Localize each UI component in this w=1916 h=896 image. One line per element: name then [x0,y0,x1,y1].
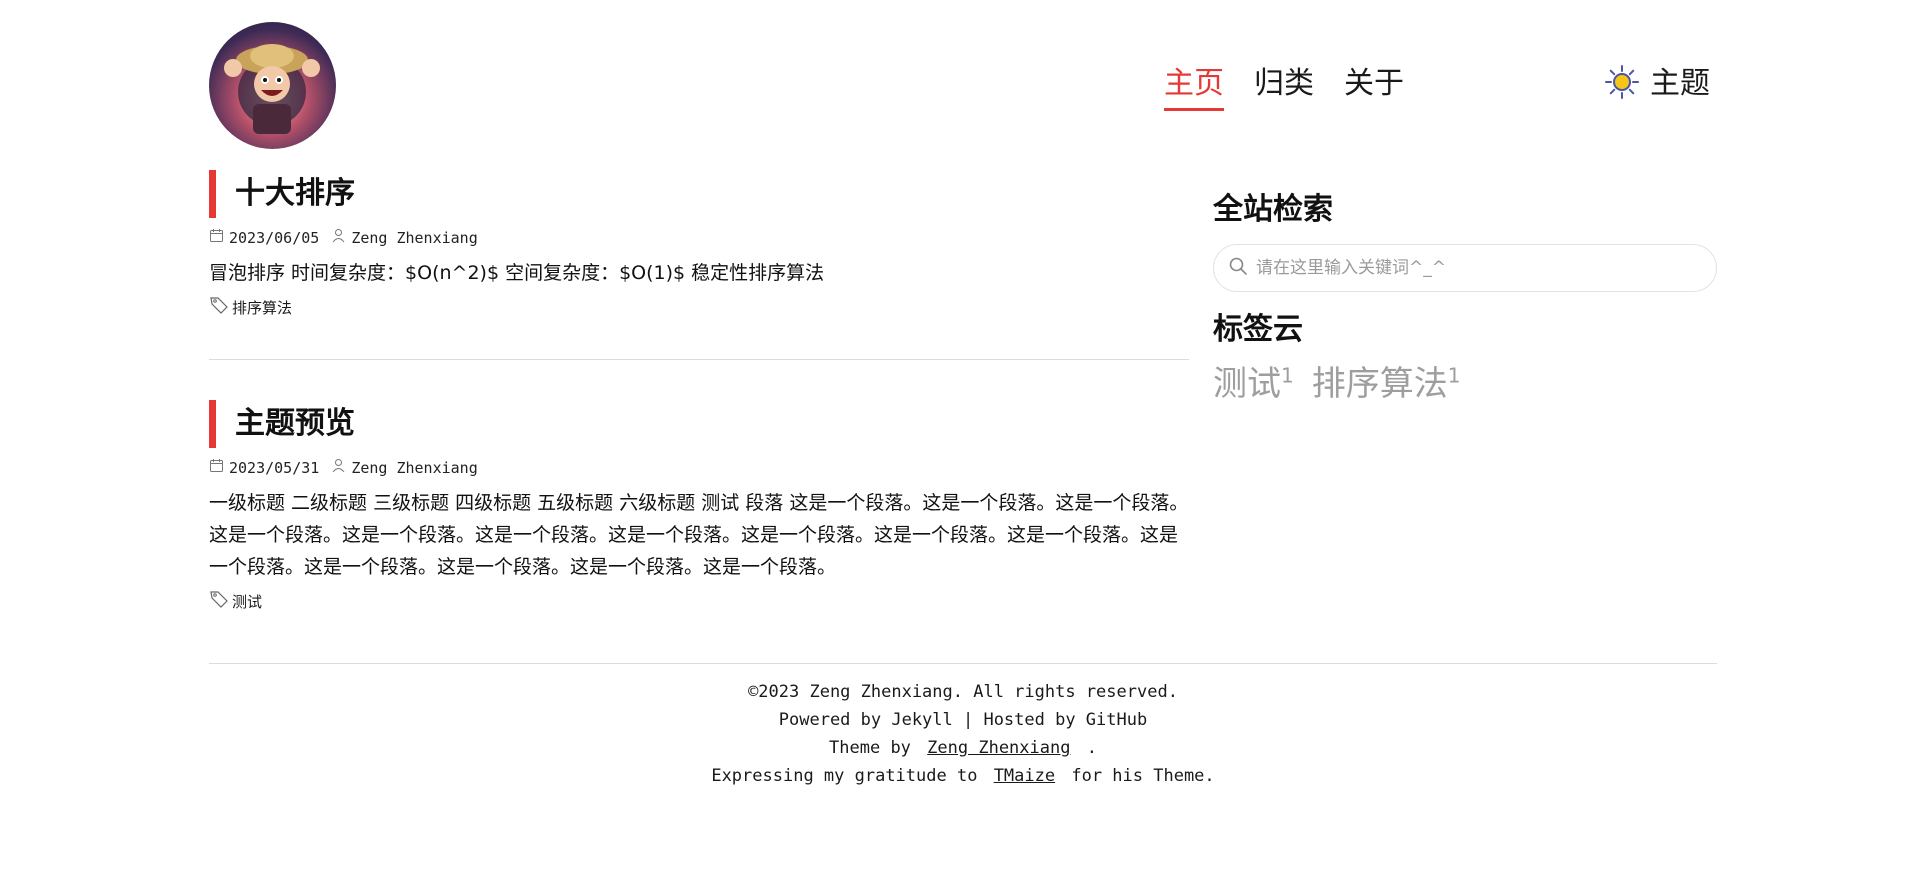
post-meta: 2023/05/31 Zeng Zhenxiang [209,458,1189,477]
theme-author-link[interactable]: Zeng Zhenxiang [927,738,1070,758]
cloud-tag-sorting[interactable]: 排序算法1 [1312,356,1461,405]
tag-icon [209,589,229,613]
post-author-text: Zeng Zhenxiang [351,458,478,477]
footer-theme-prefix: Theme by [829,738,911,758]
post-author-text: Zeng Zhenxiang [351,228,478,247]
post-date-text: 2023/05/31 [229,458,320,477]
search-title: 全站检索 [1213,192,1333,227]
cloud-tag-count: 1 [1447,363,1461,388]
tag-icon [209,295,229,319]
post-excerpt: 一级标题 二级标题 三级标题 四级标题 五级标题 六级标题 测试 段落 这是一个… [209,492,1189,578]
theme-label: 主题 [1650,66,1710,101]
footer: ©2023 Zeng Zhenxiang. All rights reserve… [209,678,1717,790]
footer-theme-suffix: . [1086,738,1097,758]
sidebar: 全站检索 标签云 测试1 排序算法1 [1213,190,1717,405]
post-list: 十大排序 2023/06/05 Zeng Zhenxiang 冒泡排序 时间复杂… [209,170,1189,613]
post-title[interactable]: 主题预览 [209,400,1189,448]
calendar-icon [209,458,224,477]
user-icon [331,228,346,247]
tagcloud-title: 标签云 [1213,312,1303,347]
post-author: Zeng Zhenxiang [331,458,478,477]
footer-copyright: ©2023 Zeng Zhenxiang. All rights reserve… [748,682,1178,702]
post-excerpt: 冒泡排序 时间复杂度：$O(n^2)$ 空间复杂度：$O(1)$ 稳定性排序算法 [209,262,825,284]
search-box[interactable] [1213,244,1717,292]
tmaize-link[interactable]: TMaize [994,766,1055,786]
cloud-tag-test[interactable]: 测试1 [1213,356,1294,405]
post-tag-label: 排序算法 [232,298,293,317]
tag-cloud: 测试1 排序算法1 [1213,356,1717,405]
post-title[interactable]: 十大排序 [209,170,1189,218]
post-item: 主题预览 2023/05/31 Zeng Zhenxiang 一级标题 二级标题… [209,400,1189,613]
theme-toggle-button[interactable]: 主题 [1604,64,1710,104]
post-tag[interactable]: 排序算法 [209,295,1189,319]
site-avatar[interactable] [209,22,336,149]
user-icon [331,458,346,477]
footer-divider [209,663,1717,664]
footer-theme-line: Theme by Zeng Zhenxiang . [209,734,1717,762]
post-meta: 2023/06/05 Zeng Zhenxiang [209,228,1189,247]
post-date: 2023/06/05 [209,228,319,247]
post-tag-label: 测试 [232,592,263,611]
post-divider [209,359,1189,360]
post-date: 2023/05/31 [209,458,319,477]
post-item: 十大排序 2023/06/05 Zeng Zhenxiang 冒泡排序 时间复杂… [209,170,1189,319]
footer-gratitude-prefix: Expressing my gratitude to [711,766,978,786]
footer-gratitude-suffix: for his Theme. [1071,766,1215,786]
sun-icon [1604,64,1640,104]
cloud-tag-name: 排序算法 [1311,364,1448,404]
cloud-tag-name: 测试 [1213,364,1281,404]
nav-item-about[interactable]: 关于 [1344,64,1404,111]
calendar-icon [209,228,224,247]
post-date-text: 2023/06/05 [229,228,320,247]
main-nav: 主页 归类 关于 [1164,64,1404,111]
search-input[interactable] [1256,258,1696,278]
footer-powered: Powered by Jekyll | Hosted by GitHub [778,710,1148,730]
avatar-illustration [224,44,320,134]
nav-item-categories[interactable]: 归类 [1254,64,1314,111]
cloud-tag-count: 1 [1281,363,1294,388]
post-author: Zeng Zhenxiang [331,228,478,247]
nav-item-home[interactable]: 主页 [1164,64,1224,111]
footer-gratitude-line: Expressing my gratitude to TMaize for hi… [209,762,1717,790]
search-icon [1228,256,1248,280]
post-tag[interactable]: 测试 [209,589,1189,613]
